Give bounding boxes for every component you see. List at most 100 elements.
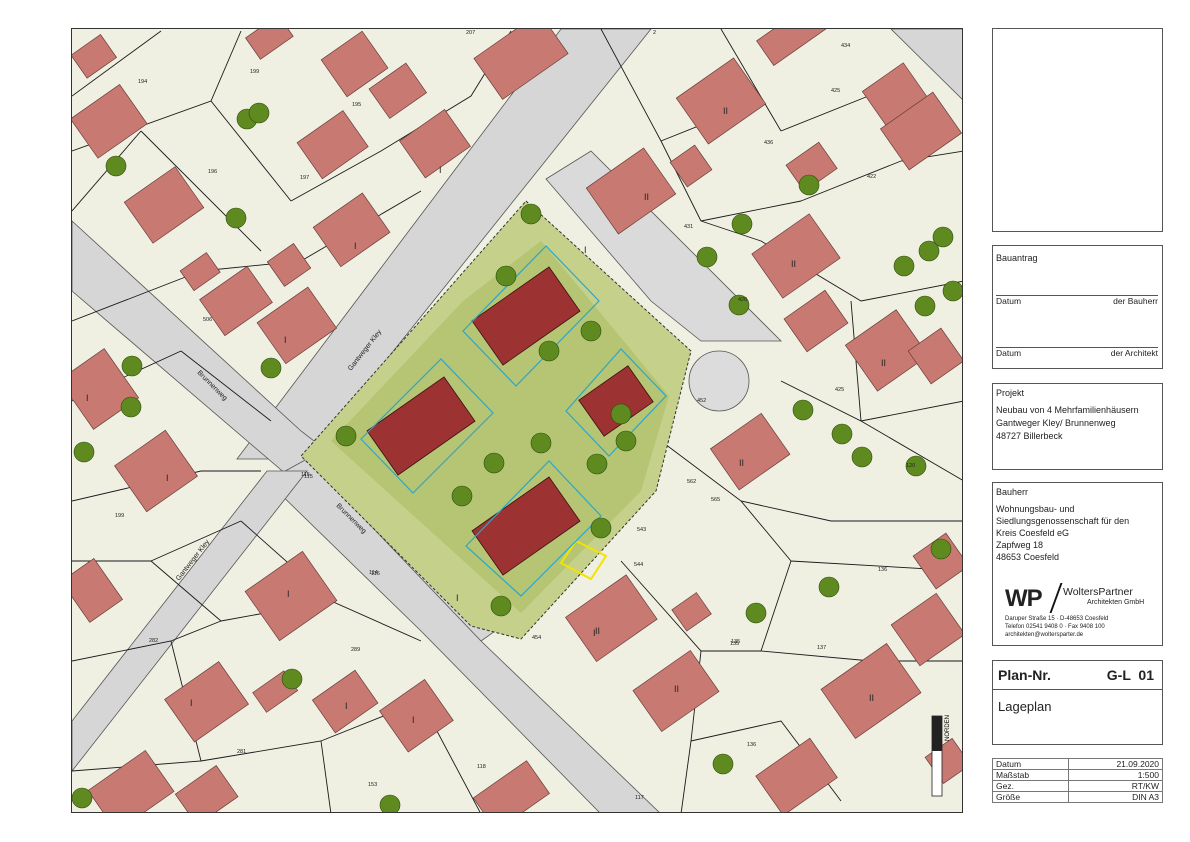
architect-logo: WP WoltersPartner Architekten GmbH Darup… [1003, 583, 1153, 643]
tree [590, 517, 612, 539]
tree [818, 576, 840, 598]
tree [831, 423, 853, 445]
tree [490, 595, 512, 617]
parcel-number: 434 [841, 43, 850, 49]
info-label: Maßstab [991, 769, 1070, 781]
logo-slash [1049, 583, 1063, 613]
parcel-number: 282 [149, 638, 158, 644]
tree [260, 357, 282, 379]
tree [120, 396, 142, 418]
tree [335, 425, 357, 447]
table-row: Maßstab 1:500 [991, 769, 1163, 781]
storey-mark: I [86, 393, 89, 403]
table-row: Gez. RT/KW [991, 780, 1163, 792]
storey-mark: I [584, 245, 587, 255]
parcel-number: 115 [304, 474, 313, 480]
projekt-line: Gantweger Kley/ Brunnenweg [996, 418, 1116, 428]
tree [72, 787, 93, 809]
tree [520, 203, 542, 225]
parcel-number: 452 [697, 398, 706, 404]
parcel-number: 289 [351, 647, 360, 653]
tree [798, 174, 820, 196]
parcel-number: 153 [368, 782, 377, 788]
bauantrag-label: Bauantrag [996, 253, 1038, 263]
bauherr-line: Wohnungsbau- und [996, 504, 1075, 514]
projekt-line: 48727 Billerbeck [996, 431, 1063, 441]
tree [105, 155, 127, 177]
datum-label-1: Datum [996, 296, 1022, 306]
tree [745, 602, 767, 624]
parcel-number: 116 [371, 571, 380, 577]
logo-address: architekten@woltersparter.de [1005, 632, 1084, 638]
parcel-number: 2 [653, 30, 656, 36]
parcel-number: 543 [637, 527, 646, 533]
tree [610, 403, 632, 425]
storey-mark: I [456, 593, 459, 603]
tree [696, 246, 718, 268]
storey-mark: I [412, 715, 415, 725]
plan-nr-value: G-L 01 [1106, 667, 1154, 683]
parcel-number: 281 [237, 749, 246, 755]
bauherr-line: Kreis Coesfeld eG [996, 528, 1070, 538]
tree [580, 320, 602, 342]
parcel-number: 425 [831, 88, 840, 94]
blank-box [992, 28, 1163, 232]
storey-mark: II [739, 458, 744, 468]
parcel-number: 196 [208, 169, 217, 175]
parcel-number: 197 [300, 175, 309, 181]
parcel-number: 422 [867, 174, 876, 180]
tree [712, 753, 734, 775]
storey-mark: I [345, 701, 348, 711]
bauherr-box: Bauherr Wohnungsbau- und Siedlungsgenoss… [992, 482, 1163, 646]
parcel-number: 137 [817, 645, 826, 651]
tree [731, 213, 753, 235]
parcel-number: 544 [634, 562, 643, 568]
projekt-box: Projekt Neubau von 4 Mehrfamilienhäusern… [992, 383, 1163, 470]
tree [483, 452, 505, 474]
parcel-number: 426 [738, 297, 747, 303]
bauantrag-box: Bauantrag Datum der Bauherr Datum der Ar… [992, 245, 1163, 369]
tree [379, 794, 401, 812]
storey-mark: I [439, 165, 442, 175]
tree [495, 265, 517, 287]
storey-mark: II [644, 192, 649, 202]
logo-address: Daruper Straße 15 · D-48653 Coesfeld [1005, 616, 1109, 622]
parcel-number: 136 [747, 742, 756, 748]
parcel-number: 120 [906, 463, 915, 469]
parcel-number: 199 [250, 69, 259, 75]
parcel-number: 207 [466, 30, 475, 36]
tree [281, 668, 303, 690]
tree [538, 340, 560, 362]
tree [893, 255, 915, 277]
storey-mark: II [674, 684, 679, 694]
parcel-number: 136 [878, 567, 887, 573]
logo-sub: Architekten GmbH [1087, 599, 1145, 606]
tree [225, 207, 247, 229]
logo-address: Telefon 02541 9408 0 · Fax 9408 100 [1005, 624, 1105, 630]
logo-name: WoltersPartner [1063, 586, 1133, 598]
parcel-number: 506 [203, 317, 212, 323]
tree [586, 453, 608, 475]
parcel-number: 565 [711, 497, 720, 503]
projekt-label: Projekt [996, 388, 1025, 398]
bauherr-line: Zapfweg 18 [996, 540, 1044, 550]
info-label: Datum [991, 758, 1070, 770]
datum-label-2: Datum [996, 348, 1022, 358]
bauherr-line: Siedlungsgenossenschaft für den [996, 516, 1130, 526]
tree [942, 280, 962, 302]
architekt-sign-label: der Architekt [1110, 348, 1158, 358]
storey-mark: II [881, 358, 886, 368]
tree [851, 446, 873, 468]
storey-mark: II [791, 259, 796, 269]
storey-mark: II [723, 106, 728, 116]
site-plan-drawing: Gantweger KleyBrunnenwegGantweger KleyBr… [72, 29, 962, 812]
storey-mark: I [166, 473, 169, 483]
tree [615, 430, 637, 452]
parcel-number: 117 [635, 795, 644, 801]
info-value: 21.09.2020 [1068, 758, 1163, 770]
site-plan-map: Gantweger Kley Brunnenweg Gantweger Kley Br… [71, 28, 963, 813]
storey-mark: I [287, 589, 290, 599]
tree [248, 102, 270, 124]
bauherr-sign-label: der Bauherr [1113, 296, 1158, 306]
storey-mark: I [284, 335, 287, 345]
